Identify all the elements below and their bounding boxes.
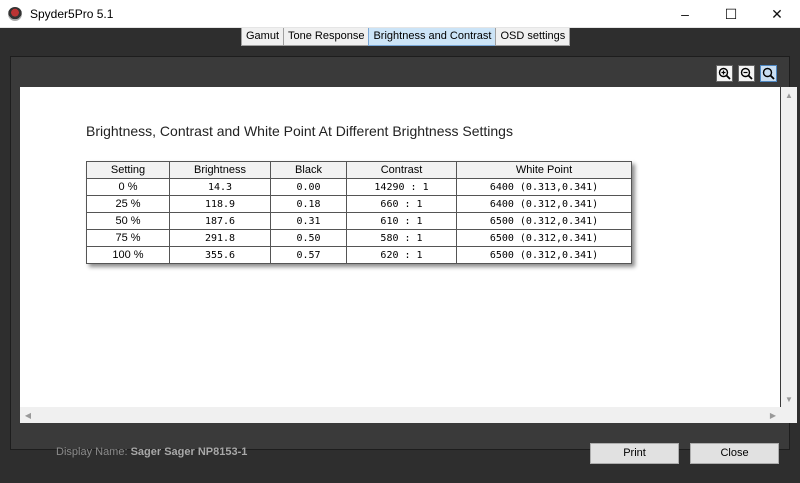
zoom-toolbar	[716, 65, 777, 82]
tab-bar: Gamut Tone Response Brightness and Contr…	[241, 28, 571, 46]
scrollbar-corner	[781, 407, 797, 423]
cell-contrast: 14290 : 1	[346, 178, 457, 196]
main-area: Gamut Tone Response Brightness and Contr…	[0, 28, 800, 483]
cell-black: 0.00	[270, 178, 347, 196]
table-row: 100 % 355.6 0.57 620 : 1 6500 (0.312,0.3…	[86, 246, 632, 264]
close-button[interactable]: Close	[690, 443, 779, 464]
column-header-contrast: Contrast	[346, 161, 457, 179]
title-bar: Spyder5Pro 5.1 – ☐ ✕	[0, 0, 800, 28]
column-header-black: Black	[270, 161, 347, 179]
zoom-fit-icon[interactable]	[760, 65, 777, 82]
cell-contrast: 620 : 1	[346, 246, 457, 264]
print-button[interactable]: Print	[590, 443, 679, 464]
window-title: Spyder5Pro 5.1	[30, 6, 114, 21]
scroll-down-icon[interactable]: ▼	[781, 391, 797, 407]
tab-gamut[interactable]: Gamut	[241, 28, 285, 46]
cell-setting: 75 %	[86, 229, 170, 247]
tab-tone-response[interactable]: Tone Response	[283, 28, 370, 46]
cell-contrast: 580 : 1	[346, 229, 457, 247]
table-row: 0 % 14.3 0.00 14290 : 1 6400 (0.313,0.34…	[86, 178, 632, 196]
scroll-up-icon[interactable]: ▲	[781, 87, 797, 103]
window-controls: – ☐ ✕	[662, 0, 800, 28]
brightness-table: Setting Brightness Black Contrast White …	[86, 161, 632, 264]
zoom-out-icon[interactable]	[738, 65, 755, 82]
cell-white-point: 6400 (0.313,0.341)	[456, 178, 632, 196]
scroll-right-icon[interactable]: ▶	[765, 407, 781, 423]
table-header-row: Setting Brightness Black Contrast White …	[86, 161, 632, 179]
cell-black: 0.57	[270, 246, 347, 264]
table-row: 50 % 187.6 0.31 610 : 1 6500 (0.312,0.34…	[86, 212, 632, 230]
horizontal-scrollbar[interactable]: ◀ ▶	[20, 407, 781, 423]
cell-white-point: 6500 (0.312,0.341)	[456, 212, 632, 230]
cell-black: 0.31	[270, 212, 347, 230]
report-frame: Brightness, Contrast and White Point At …	[10, 56, 797, 450]
cell-black: 0.50	[270, 229, 347, 247]
minimize-icon[interactable]: –	[662, 0, 708, 28]
cell-setting: 100 %	[86, 246, 170, 264]
cell-white-point: 6500 (0.312,0.341)	[456, 246, 632, 264]
vertical-scrollbar[interactable]: ▲ ▼	[781, 87, 797, 407]
report-title: Brightness, Contrast and White Point At …	[86, 123, 513, 139]
cell-setting: 25 %	[86, 195, 170, 213]
cell-brightness: 187.6	[169, 212, 271, 230]
table-row: 75 % 291.8 0.50 580 : 1 6500 (0.312,0.34…	[86, 229, 632, 247]
maximize-icon[interactable]: ☐	[708, 0, 754, 28]
display-name-label: Display Name:	[56, 446, 128, 458]
zoom-in-icon[interactable]	[716, 65, 733, 82]
cell-brightness: 355.6	[169, 246, 271, 264]
column-header-white-point: White Point	[456, 161, 632, 179]
table-row: 25 % 118.9 0.18 660 : 1 6400 (0.312,0.34…	[86, 195, 632, 213]
cell-white-point: 6400 (0.312,0.341)	[456, 195, 632, 213]
cell-contrast: 660 : 1	[346, 195, 457, 213]
report-viewport: Brightness, Contrast and White Point At …	[20, 87, 780, 407]
tab-brightness-contrast[interactable]: Brightness and Contrast	[368, 28, 497, 46]
cell-contrast: 610 : 1	[346, 212, 457, 230]
cell-white-point: 6500 (0.312,0.341)	[456, 229, 632, 247]
display-name: Display Name: Sager Sager NP8153-1	[56, 446, 247, 458]
cell-brightness: 14.3	[169, 178, 271, 196]
cell-brightness: 118.9	[169, 195, 271, 213]
column-header-setting: Setting	[86, 161, 170, 179]
cell-black: 0.18	[270, 195, 347, 213]
close-icon[interactable]: ✕	[754, 0, 800, 28]
display-name-value: Sager Sager NP8153-1	[130, 446, 248, 458]
column-header-brightness: Brightness	[169, 161, 271, 179]
tab-osd-settings[interactable]: OSD settings	[495, 28, 571, 46]
cell-setting: 0 %	[86, 178, 170, 196]
scroll-left-icon[interactable]: ◀	[20, 407, 36, 423]
cell-setting: 50 %	[86, 212, 170, 230]
cell-brightness: 291.8	[169, 229, 271, 247]
app-icon	[8, 6, 22, 21]
